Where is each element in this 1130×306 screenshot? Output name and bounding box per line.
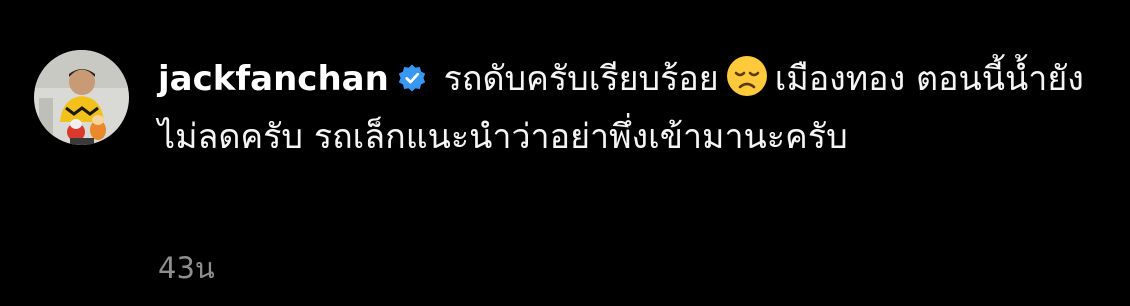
- avatar[interactable]: [34, 50, 129, 145]
- username[interactable]: jackfanchan: [158, 59, 389, 99]
- comment: jackfanchan รถดับครับเรียบร้อย เมืองทอง ต…: [0, 0, 1130, 306]
- disappointed-face-icon: [725, 54, 769, 98]
- comment-body: jackfanchan รถดับครับเรียบร้อย เมืองทอง ต…: [158, 50, 1118, 166]
- comment-text-part-1: รถดับครับเรียบร้อย: [443, 59, 719, 99]
- comment-timestamp[interactable]: 43น: [158, 245, 215, 291]
- comment-text: jackfanchan รถดับครับเรียบร้อย เมืองทอง ต…: [158, 50, 1118, 166]
- avatar-image: [34, 50, 129, 145]
- verified-badge-icon: [397, 53, 427, 92]
